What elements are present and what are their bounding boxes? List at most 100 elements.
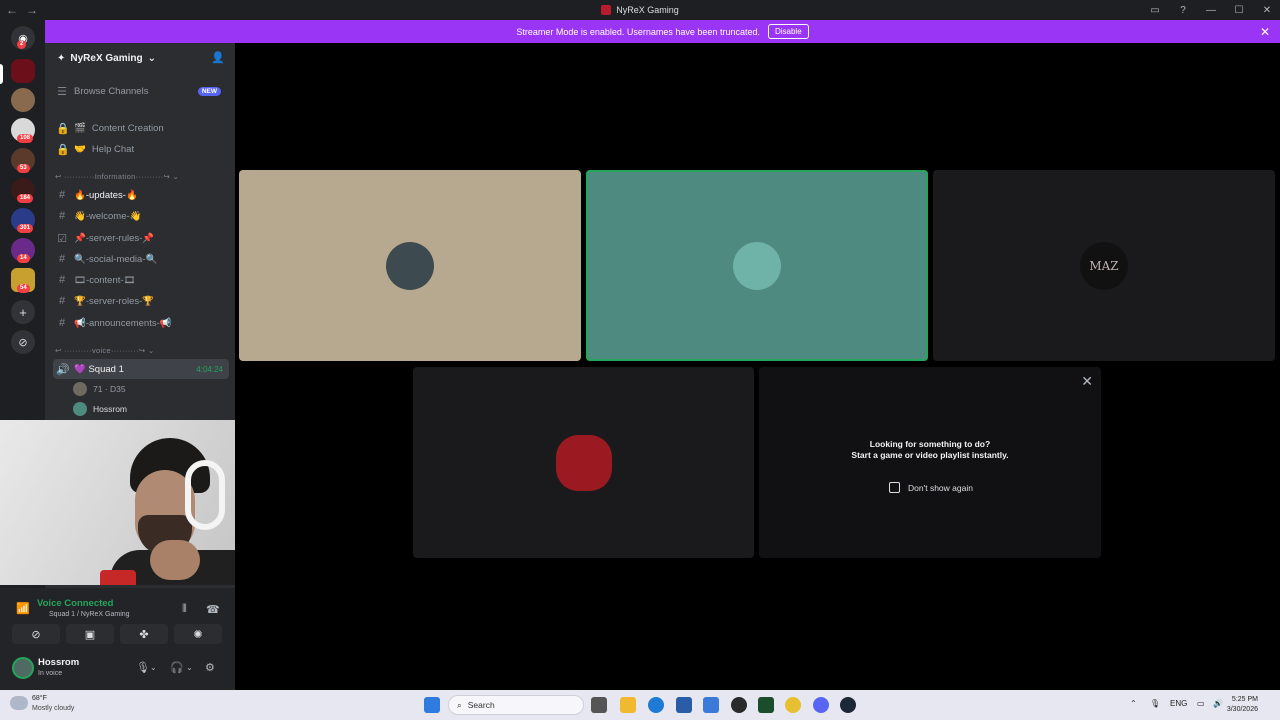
lock-icon: 🔒 [56, 143, 70, 156]
noise-suppression-icon[interactable]: ⦀ [182, 603, 187, 616]
add-server-icon[interactable]: + [11, 300, 35, 324]
settings-gear-icon[interactable]: ⚙ [205, 661, 215, 674]
close-window-button[interactable]: ✕ [1260, 5, 1274, 16]
channel-content-creation[interactable]: 🔒 🎬 Content Creation [53, 118, 229, 138]
channel-content[interactable]: # 🎞-content-🎞 [53, 270, 229, 290]
streamer-mode-banner: Streamer Mode is enabled. Usernames have… [45, 20, 1280, 43]
user-name[interactable]: Hossrom [38, 657, 79, 668]
voice-user[interactable]: Hossrom [73, 400, 127, 418]
channel-emoji: 🤝 [74, 143, 86, 155]
camera-off-button[interactable]: ⊘ [12, 624, 60, 644]
soundboard-button[interactable]: ✺ [174, 624, 222, 644]
server-boost-icon: ✦ [57, 52, 66, 64]
category-voice[interactable]: ↩ ··········voice··········↪ ⌄ [55, 346, 154, 355]
signal-icon[interactable]: 📶 [16, 602, 30, 615]
hashtag-icon: # [58, 295, 66, 307]
inbox-icon[interactable]: ▭ [1148, 5, 1162, 16]
channel-label: 📌-server-rules-📌 [74, 232, 155, 244]
headphones-icon[interactable]: 🎧 [170, 661, 184, 674]
steam-icon[interactable] [840, 697, 856, 713]
screen-share-button[interactable]: ▣ [66, 624, 114, 644]
participant-tile[interactable] [239, 170, 581, 361]
server-header[interactable]: ✦ NyReX Gaming ⌄ 👤 [45, 43, 235, 73]
mail-icon[interactable] [703, 697, 719, 713]
category-information[interactable]: ↩ ···········Information··········↪ ⌄ [55, 172, 179, 181]
task-view-icon[interactable] [591, 697, 607, 713]
voice-channel-path[interactable]: Squad 1 / NyReX Gaming [49, 611, 130, 618]
minimize-button[interactable]: — [1204, 5, 1218, 16]
channel-label: 📢-announcements-📢 [74, 317, 172, 329]
chevron-up-icon[interactable]: ⌃ [1130, 699, 1137, 708]
chrome-icon[interactable] [785, 697, 801, 713]
user-panel: Hossrom In voice 🎙 ⌄ 🎧 ⌄ ⚙ [0, 652, 235, 690]
microphone-icon[interactable]: 🎙 [136, 661, 150, 674]
close-icon[interactable]: ✕ [1081, 373, 1093, 390]
server-icon-nyrex[interactable] [11, 59, 35, 83]
lock-icon: 🔒 [56, 122, 70, 135]
search-icon: ⌕ [457, 699, 462, 710]
disconnect-icon[interactable]: ☎ [206, 603, 220, 616]
explore-compass-icon[interactable]: ⊘ [11, 330, 35, 354]
chevron-down-icon[interactable]: ⌄ [150, 663, 157, 672]
voice-status[interactable]: Voice Connected [37, 598, 113, 609]
voice-user-name: 71 · D35 [93, 384, 126, 394]
store-icon[interactable] [676, 697, 692, 713]
participant-tile[interactable]: MAZ [933, 170, 1275, 361]
file-explorer-icon[interactable] [620, 697, 636, 713]
maximize-button[interactable]: ☐ [1232, 5, 1246, 16]
camera-off-icon: ⊘ [31, 628, 41, 641]
voice-user[interactable]: 71 · D35 [73, 380, 126, 398]
invite-user-icon[interactable]: 👤 [211, 51, 225, 64]
notification-badge: 54 [17, 284, 30, 293]
chevron-down-icon[interactable]: ⌄ [186, 663, 193, 672]
nvidia-icon[interactable] [758, 697, 774, 713]
avatar[interactable] [12, 657, 34, 679]
user-status: In voice [38, 670, 63, 677]
cloud-icon [10, 696, 28, 710]
avatar [733, 241, 781, 290]
activity-prompt-line1: Looking for something to do? [869, 439, 991, 449]
hashtag-icon: # [58, 317, 66, 329]
language-indicator[interactable]: ENG [1170, 699, 1187, 708]
help-icon[interactable]: ? [1176, 5, 1190, 16]
participant-tile-speaking[interactable] [586, 170, 928, 361]
avatar [73, 382, 87, 396]
channel-social-media[interactable]: # 🔍-social-media-🔍 [53, 249, 229, 269]
dont-show-again-checkbox[interactable] [889, 482, 900, 493]
server-icon[interactable] [11, 88, 35, 112]
dont-show-again-option[interactable]: Don't show again [889, 482, 973, 493]
channel-server-rules[interactable]: ☑ 📌-server-rules-📌 [53, 228, 229, 248]
voice-user-name: Hossrom [93, 404, 128, 414]
taskbar-search[interactable]: ⌕ Search [448, 695, 584, 715]
channel-welcome[interactable]: # 👋-welcome-👋 [53, 206, 229, 226]
network-icon[interactable]: ▭ [1197, 699, 1205, 708]
channel-emoji: 🎬 [74, 122, 86, 134]
discord-taskbar-icon[interactable] [813, 697, 829, 713]
channel-updates[interactable]: # 🔥-updates-🔥 [53, 185, 229, 205]
channel-label: 🏆-server-roles-🏆 [74, 295, 155, 307]
voice-connection-panel: 📶 Voice Connected Squad 1 / NyReX Gaming… [0, 588, 235, 690]
channel-server-roles[interactable]: # 🏆-server-roles-🏆 [53, 291, 229, 311]
taskbar-clock[interactable]: 5:25 PM 3/30/2026 [1227, 695, 1258, 715]
speaker-icon: 🔊 [56, 363, 70, 376]
clock-time: 5:25 PM [1231, 696, 1258, 703]
voice-channel-squad-1[interactable]: 🔊 💜 Squad 1 4:04:24 [53, 359, 229, 379]
participant-tile[interactable] [413, 367, 754, 558]
channel-label: Help Chat [91, 143, 135, 155]
screen-share-icon: ▣ [84, 628, 96, 641]
browse-channels[interactable]: ☰ Browse Channels NEW [53, 81, 229, 101]
hashtag-icon: # [58, 274, 66, 286]
channel-announcements[interactable]: # 📢-announcements-📢 [53, 313, 229, 333]
disable-streamer-mode-button[interactable]: Disable [767, 24, 809, 39]
channel-help-chat[interactable]: 🔒 🤝 Help Chat [53, 139, 229, 159]
channel-label: Content Creation [91, 122, 164, 134]
hashtag-icon: # [58, 253, 66, 265]
edge-browser-icon[interactable] [648, 697, 664, 713]
app-icon[interactable] [731, 697, 747, 713]
close-banner-icon[interactable]: ✕ [1260, 25, 1270, 39]
windows-start-icon[interactable] [424, 697, 440, 713]
window-title: NyReX Gaming [0, 0, 1280, 20]
volume-icon[interactable]: 🔊 [1213, 699, 1223, 708]
microphone-tray-icon[interactable]: 🎙 [1150, 699, 1160, 708]
activities-button[interactable]: ✤ [120, 624, 168, 644]
